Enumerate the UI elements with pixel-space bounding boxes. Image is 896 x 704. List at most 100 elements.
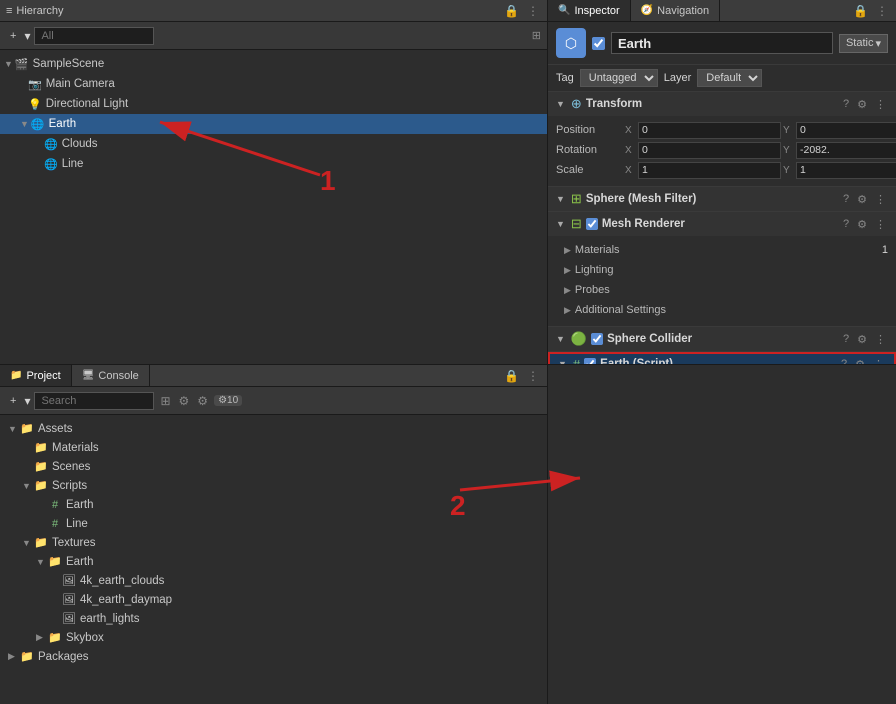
inspector-lock-icon[interactable]: 🔒	[851, 4, 870, 18]
object-name-input[interactable]	[611, 32, 833, 54]
transform-more-icon[interactable]: ⋮	[873, 98, 888, 111]
inspector-bottom-filler	[548, 365, 896, 704]
lighting-row[interactable]: ▶ Lighting	[556, 260, 888, 280]
earth-icon: 🌐	[31, 118, 45, 131]
sphere-collider-section: ▼ 🟢 Sphere Collider ? ⚙ ⋮	[548, 327, 896, 352]
skybox-item[interactable]: ▶ 📁 Skybox	[0, 628, 547, 647]
lights-texture-label: earth_lights	[80, 613, 139, 625]
layer-label: Layer	[664, 72, 692, 84]
daymap-texture-item[interactable]: 🖼 4k_earth_daymap	[0, 590, 547, 609]
probes-row[interactable]: ▶ Probes	[556, 280, 888, 300]
scale-y-input[interactable]	[796, 162, 896, 179]
sphere-collider-icon: 🟢	[571, 331, 587, 347]
scale-xyz: X Y Z	[625, 162, 896, 179]
hierarchy-scene[interactable]: ▼ 🎬 SampleScene	[0, 54, 547, 74]
static-arrow-icon: ▾	[875, 37, 881, 50]
project-search-input[interactable]	[34, 392, 154, 410]
skybox-folder-icon: 📁	[48, 631, 62, 644]
hierarchy-content: ▼ 🎬 SampleScene 📷 Main Camera 💡 Directio…	[0, 50, 547, 364]
scene-icon: 🎬	[15, 58, 29, 71]
tag-select[interactable]: Untagged	[580, 69, 658, 87]
hierarchy-title: Hierarchy	[16, 5, 63, 17]
scenes-item[interactable]: 📁 Scenes	[0, 457, 547, 476]
project-more-icon[interactable]: ⋮	[525, 369, 541, 383]
transform-header[interactable]: ▼ ⊕ Transform ? ⚙ ⋮	[548, 92, 896, 116]
project-folder-icon: 📁	[10, 370, 22, 381]
lights-texture-item[interactable]: 🖼 earth_lights	[0, 609, 547, 628]
tab-console[interactable]: 🖥 Console	[72, 365, 150, 386]
layer-select[interactable]: Default	[697, 69, 762, 87]
packages-item[interactable]: ▶ 📁 Packages	[0, 647, 547, 666]
mesh-filter-help[interactable]: ?	[841, 193, 851, 205]
sphere-collider-more[interactable]: ⋮	[873, 333, 888, 346]
earth-arrow: ▼	[20, 119, 29, 129]
project-content: ▼ 📁 Assets 📁 Materials 📁 Scenes	[0, 415, 547, 704]
packages-arrow: ▶	[8, 651, 18, 662]
inspector-more-icon[interactable]: ⋮	[874, 4, 890, 18]
assets-root-item[interactable]: ▼ 📁 Assets	[0, 419, 547, 438]
mesh-filter-header[interactable]: ▼ ⊞ Sphere (Mesh Filter) ? ⚙ ⋮	[548, 187, 896, 211]
hierarchy-item-earth[interactable]: ▼ 🌐 Earth	[0, 114, 547, 134]
object-mesh-icon: ⬡	[565, 35, 577, 52]
earth-script-header[interactable]: ▼ # Earth (Script) ? ⚙ ⋮	[548, 352, 896, 364]
scale-y-group: Y	[783, 162, 896, 179]
hierarchy-add-btn[interactable]: +	[6, 28, 20, 44]
hierarchy-item-clouds[interactable]: 🌐 Clouds	[0, 134, 547, 154]
additional-settings-row[interactable]: ▶ Additional Settings	[556, 300, 888, 320]
materials-row[interactable]: ▶ Materials 1	[556, 240, 888, 260]
earth-script-item-label: Earth	[66, 499, 94, 511]
rot-y-input[interactable]	[796, 142, 896, 159]
hierarchy-lock-icon[interactable]: 🔒	[502, 4, 521, 18]
project-lock-icon[interactable]: 🔒	[502, 369, 521, 383]
sphere-collider-help[interactable]: ?	[841, 333, 851, 345]
transform-name: Transform	[586, 98, 837, 110]
tab-navigation[interactable]: 🧭 Navigation	[631, 0, 720, 21]
sphere-collider-checkbox[interactable]	[591, 333, 603, 345]
tab-inspector[interactable]: 🔍 Inspector	[548, 0, 631, 21]
project-add-btn[interactable]: +	[6, 393, 20, 409]
sphere-collider-header[interactable]: ▼ 🟢 Sphere Collider ? ⚙ ⋮	[548, 327, 896, 351]
static-dropdown-btn[interactable]: Static ▾	[839, 34, 888, 53]
skybox-label: Skybox	[66, 632, 104, 644]
hierarchy-item-line[interactable]: 🌐 Line	[0, 154, 547, 174]
console-icon: 🖥	[82, 370, 95, 381]
assets-arrow: ▼	[8, 424, 18, 434]
mesh-filter-more[interactable]: ⋮	[873, 193, 888, 206]
object-active-checkbox[interactable]	[592, 37, 605, 50]
earth-texture-folder-item[interactable]: ▼ 📁 Earth	[0, 552, 547, 571]
clouds-texture-item[interactable]: 🖼 4k_earth_clouds	[0, 571, 547, 590]
transform-settings-icon[interactable]: ⚙	[855, 98, 869, 111]
transform-toggle-icon: ▼	[556, 99, 565, 109]
scale-y-axis: Y	[783, 165, 795, 176]
mesh-renderer-more[interactable]: ⋮	[873, 218, 888, 231]
mesh-renderer-checkbox[interactable]	[586, 218, 598, 230]
hierarchy-item-main-camera[interactable]: 📷 Main Camera	[0, 74, 547, 94]
transform-section: ▼ ⊕ Transform ? ⚙ ⋮ Position	[548, 92, 896, 187]
mesh-renderer-toggle: ▼	[556, 219, 565, 229]
hierarchy-more-icon[interactable]: ⋮	[525, 4, 541, 18]
pos-y-input[interactable]	[796, 122, 896, 139]
rot-x-input[interactable]	[638, 142, 781, 159]
mesh-renderer-help[interactable]: ?	[841, 218, 851, 230]
hierarchy-search-input[interactable]	[34, 27, 154, 45]
hierarchy-item-directional-light[interactable]: 💡 Directional Light	[0, 94, 547, 114]
sphere-collider-name: Sphere Collider	[607, 333, 837, 345]
materials-folder-icon: 📁	[34, 441, 48, 454]
mesh-renderer-header[interactable]: ▼ ⊟ Mesh Renderer ? ⚙ ⋮	[548, 212, 896, 236]
assets-folder-icon: 📁	[20, 422, 34, 435]
earth-texture-folder-label: Earth	[66, 556, 94, 568]
sphere-collider-settings[interactable]: ⚙	[855, 333, 869, 346]
hierarchy-toolbar: + ▾ ⊞	[0, 22, 547, 50]
mesh-renderer-settings[interactable]: ⚙	[855, 218, 869, 231]
project-settings-icon[interactable]: ⚙	[195, 394, 210, 408]
rot-y-axis: Y	[783, 145, 795, 156]
transform-help-icon[interactable]: ?	[841, 98, 851, 110]
tab-project[interactable]: 📁 Project	[0, 365, 72, 386]
mesh-filter-settings[interactable]: ⚙	[855, 193, 869, 206]
scale-x-input[interactable]	[638, 162, 781, 179]
materials-item[interactable]: 📁 Materials	[0, 438, 547, 457]
materials-toggle: ▶	[564, 245, 571, 256]
pos-x-input[interactable]	[638, 122, 781, 139]
textures-item[interactable]: ▼ 📁 Textures	[0, 533, 547, 552]
project-filter-icon[interactable]: ⚙	[177, 394, 192, 408]
